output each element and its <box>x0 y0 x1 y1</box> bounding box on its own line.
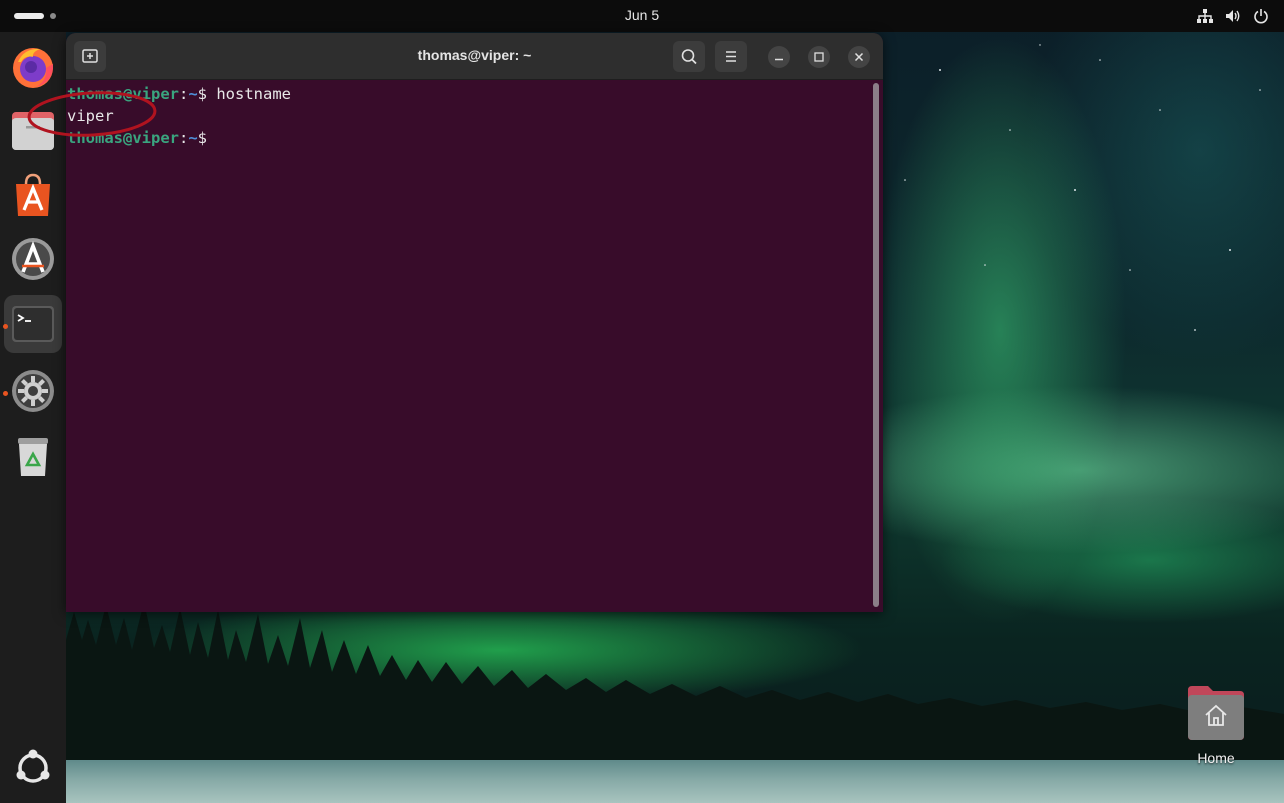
prompt-separator: : <box>178 85 189 103</box>
prompt-symbol: $ <box>197 85 208 103</box>
terminal-line-prompt: thomas@viper:~$ <box>67 127 883 149</box>
terminal-scrollbar[interactable] <box>873 83 879 607</box>
app-center-icon <box>16 173 50 216</box>
maximize-icon <box>814 52 824 62</box>
close-icon <box>854 52 864 62</box>
system-tray[interactable] <box>1196 8 1270 24</box>
search-icon <box>681 49 697 65</box>
snow-ground <box>0 760 1284 803</box>
prompt-symbol: $ <box>197 129 208 147</box>
terminal-output[interactable]: thomas@viper:~$ hostname viper thomas@vi… <box>66 80 883 612</box>
dock-item-settings[interactable] <box>4 362 62 420</box>
volume-icon[interactable] <box>1224 8 1242 24</box>
highlight-ellipse-annotation <box>27 91 157 137</box>
command-text: hostname <box>207 85 292 103</box>
prompt-path: ~ <box>188 85 198 103</box>
minimize-button[interactable] <box>768 46 790 68</box>
ubuntu-logo-icon <box>16 749 50 783</box>
software-updater-icon <box>12 238 54 280</box>
terminal-headerbar[interactable]: thomas@viper: ~ <box>66 33 883 80</box>
terminal-icon <box>12 306 54 342</box>
dock-item-app-center[interactable] <box>4 166 62 224</box>
search-button[interactable] <box>673 41 705 72</box>
terminal-running-indicator <box>3 324 8 329</box>
hamburger-menu-icon <box>726 51 736 62</box>
terminal-line-output: viper <box>67 107 114 125</box>
dock-item-terminal[interactable] <box>4 295 62 353</box>
top-bar: Jun 5 <box>0 0 1284 32</box>
maximize-button[interactable] <box>808 46 830 68</box>
terminal-line-command: thomas@viper:~$ hostname <box>67 83 883 105</box>
terminal-window[interactable]: thomas@viper: ~ thomas@viper:~$ hostname… <box>66 33 883 612</box>
firefox-icon <box>13 48 54 88</box>
dock-item-trash[interactable] <box>4 426 62 484</box>
home-label: Home <box>1197 750 1235 766</box>
trash-icon <box>18 438 48 476</box>
close-button[interactable] <box>848 46 870 68</box>
clock[interactable]: Jun 5 <box>0 7 1284 23</box>
network-icon[interactable] <box>1196 8 1214 24</box>
menu-button[interactable] <box>715 41 747 72</box>
forest-treeline <box>66 602 1284 780</box>
settings-running-indicator <box>3 391 8 396</box>
prompt-path: ~ <box>188 129 198 147</box>
minimize-icon <box>775 58 783 61</box>
power-icon[interactable] <box>1252 8 1270 24</box>
dock-item-software-updater[interactable] <box>4 230 62 288</box>
dock <box>0 32 66 803</box>
prompt-separator: : <box>178 129 189 147</box>
home-folder-icon[interactable] <box>1186 684 1246 744</box>
window-title: thomas@viper: ~ <box>417 47 532 63</box>
settings-icon <box>12 370 54 412</box>
show-apps-button[interactable] <box>4 738 62 796</box>
